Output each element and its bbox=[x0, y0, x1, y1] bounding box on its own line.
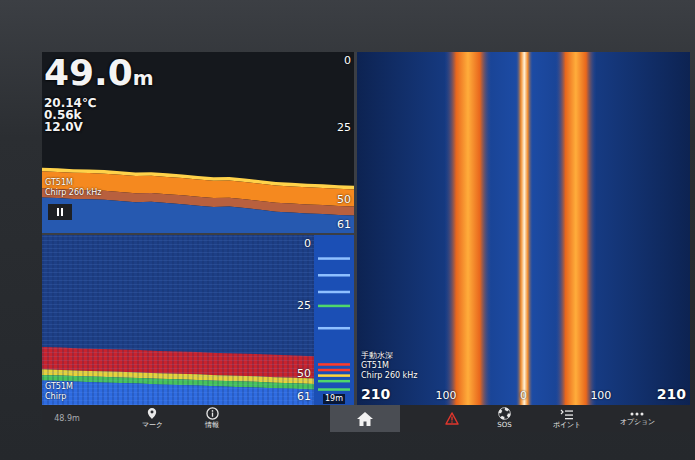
scale-label: 25 bbox=[337, 120, 351, 133]
seabed-layer bbox=[42, 197, 354, 233]
flasher-return bbox=[318, 369, 350, 372]
source-label: GT51M Chirp bbox=[45, 382, 73, 402]
range-label: 210 bbox=[657, 386, 686, 403]
flasher-return bbox=[318, 257, 350, 260]
sonar-panel[interactable]: 49.0m 20.14℃ 0.56k 12.0V 0 25 50 61 GT51M C… bbox=[42, 52, 354, 233]
voltage-readout: 12.0V bbox=[44, 121, 154, 133]
sidevu-panel[interactable]: 手動水深 GT51M Chirp 260 kHz 210 100 0 100 210 bbox=[357, 52, 690, 405]
device-bezel: 49.0m 20.14℃ 0.56k 12.0V 0 25 50 61 GT51M C… bbox=[0, 0, 695, 460]
toolbar-mark[interactable]: マーク bbox=[122, 405, 182, 432]
pause-button[interactable] bbox=[48, 204, 72, 220]
toolbar-label: マーク bbox=[142, 421, 163, 430]
screen: 49.0m 20.14℃ 0.56k 12.0V 0 25 50 61 GT51M C… bbox=[42, 52, 690, 432]
source-label: GT51M Chirp 260 kHz bbox=[45, 178, 101, 198]
flasher-return bbox=[318, 305, 350, 308]
range-label: 0 bbox=[520, 389, 527, 403]
speed-readout: 0.56k bbox=[44, 109, 154, 121]
toolbar-label: ポイント bbox=[553, 421, 581, 430]
flasher-return bbox=[318, 291, 350, 294]
flasher-graph bbox=[314, 235, 354, 405]
flasher-return bbox=[318, 374, 350, 377]
pin-icon bbox=[146, 407, 158, 420]
depth-readout: 49.0m bbox=[44, 54, 154, 97]
downvu-image bbox=[42, 235, 314, 405]
toolbar-label: SOS bbox=[497, 421, 511, 430]
toolbar-label: 48.9m bbox=[54, 414, 80, 423]
scale-label: 61 bbox=[337, 218, 351, 231]
toolbar-warning[interactable] bbox=[427, 405, 477, 432]
flasher: 19m bbox=[314, 235, 354, 405]
pane-area: 49.0m 20.14℃ 0.56k 12.0V 0 25 50 61 GT51M C… bbox=[42, 52, 690, 405]
scale-label: 50 bbox=[337, 193, 351, 206]
info-icon bbox=[206, 407, 219, 420]
waypoint-list-icon bbox=[560, 408, 574, 420]
toolbar-label: 情報 bbox=[205, 421, 219, 430]
lifebuoy-icon bbox=[498, 407, 511, 420]
range-label: 210 bbox=[361, 386, 390, 403]
noise-texture bbox=[42, 235, 314, 405]
left-column: 49.0m 20.14℃ 0.56k 12.0V 0 25 50 61 GT51M C… bbox=[42, 52, 354, 405]
more-icon bbox=[629, 411, 645, 417]
range-label: 100 bbox=[436, 389, 457, 403]
scale-label: 25 bbox=[297, 299, 311, 312]
toolbar-sos[interactable]: SOS bbox=[477, 405, 532, 432]
sonar-return-band bbox=[444, 52, 492, 405]
flasher-range-label: 19m bbox=[323, 394, 345, 404]
depth-scale: 0 25 50 61 bbox=[289, 237, 311, 403]
downvu-panel[interactable]: 0 25 50 61 GT51M Chirp 19m bbox=[42, 235, 354, 405]
scale-label: 50 bbox=[297, 367, 311, 380]
downvu-image-area: 0 25 50 61 GT51M Chirp bbox=[42, 235, 314, 405]
sonar-return-band bbox=[555, 52, 596, 405]
toolbar-home[interactable] bbox=[330, 405, 400, 432]
scale-label: 61 bbox=[297, 390, 311, 403]
range-label: 100 bbox=[590, 389, 611, 403]
warning-icon bbox=[445, 412, 459, 425]
toolbar-readout[interactable]: 48.9m bbox=[42, 405, 92, 432]
flasher-return bbox=[318, 327, 350, 330]
scale-label: 0 bbox=[344, 54, 351, 67]
toolbar-points[interactable]: ポイント bbox=[532, 405, 602, 432]
depth-scale: 0 25 50 61 bbox=[329, 54, 351, 231]
toolbar-options[interactable]: オプション bbox=[602, 405, 672, 432]
sonar-return-band bbox=[516, 52, 533, 405]
toolbar-info[interactable]: 情報 bbox=[182, 405, 242, 432]
home-icon bbox=[356, 411, 374, 427]
readouts: 49.0m 20.14℃ 0.56k 12.0V bbox=[44, 54, 154, 133]
source-label: 手動水深 GT51M Chirp 260 kHz bbox=[361, 351, 417, 381]
pause-icon bbox=[55, 207, 65, 217]
toolbar: 48.9m マーク 情報 SOS ポイント オプション bbox=[42, 405, 690, 432]
toolbar-label: オプション bbox=[620, 418, 655, 427]
scale-label: 0 bbox=[304, 237, 311, 250]
temperature-readout: 20.14℃ bbox=[44, 97, 154, 109]
flasher-return bbox=[318, 380, 350, 383]
seabed-layer bbox=[42, 380, 314, 405]
range-scale: 210 100 0 100 210 bbox=[361, 385, 686, 403]
flasher-return bbox=[318, 363, 350, 366]
sidevu-image bbox=[357, 52, 690, 405]
flasher-return bbox=[318, 274, 350, 277]
flasher-return bbox=[318, 388, 350, 391]
